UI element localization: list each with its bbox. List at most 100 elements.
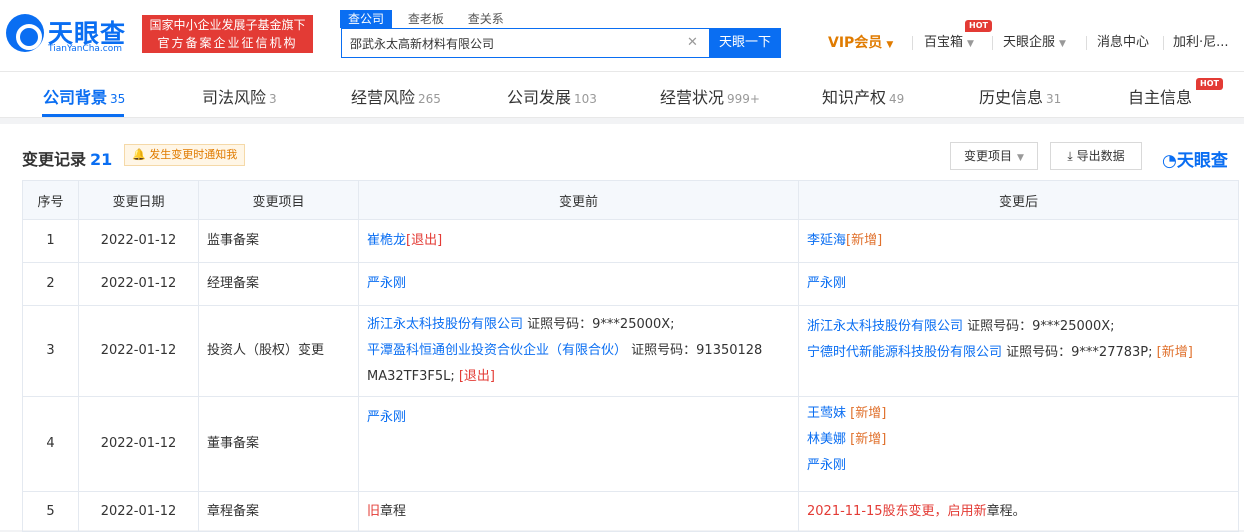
- divider: [992, 36, 993, 50]
- row-item: 经理备案: [198, 262, 359, 306]
- chevron-down-icon: ▼: [1017, 153, 1024, 163]
- logo-eye-icon: ◔: [1162, 151, 1177, 171]
- person-link[interactable]: 李延海: [807, 233, 846, 248]
- company-tabs: 公司背景 35 司法风险 3 经营风险 265 公司发展 103 经营状况 999+ 知识…: [0, 72, 1244, 118]
- tab-operating-status[interactable]: 经营状况 999+: [660, 84, 760, 108]
- table-row: 4 2022-01-12 董事备案 严永刚 王莺妹 [新增] 林美娜 [新增] …: [22, 396, 1239, 492]
- search-tab-boss[interactable]: 查老板: [400, 10, 452, 28]
- tianyancha-watermark-logo: ◔天眼查: [1162, 151, 1228, 171]
- top-header: 天眼查 TianYanCha.com 国家中小企业发展子基金旗下 官方备案企业征…: [0, 0, 1244, 72]
- new-tag: [新增]: [846, 233, 883, 248]
- section-title: 变更记录 21: [22, 150, 113, 169]
- export-data-button[interactable]: ⤓ 导出数据: [1050, 142, 1142, 170]
- baibaoxiang-label: 百宝箱: [924, 35, 964, 50]
- row-after: 李延海[新增]: [798, 219, 1239, 263]
- row-item: 章程备案: [198, 491, 359, 532]
- tab-operating-risk[interactable]: 经营风险 265: [351, 84, 441, 108]
- qifu-menu[interactable]: 天眼企服 ▼: [1003, 34, 1066, 52]
- row-before: 浙江永太科技股份有限公司 证照号码：9***25000X; 平潭盈科恒通创业投资…: [358, 305, 799, 397]
- search-input[interactable]: [342, 29, 708, 57]
- col-header-item: 变更项目: [198, 180, 359, 220]
- user-menu[interactable]: 加利·尼...: [1173, 34, 1229, 52]
- table-row: 1 2022-01-12 监事备案 崔桅龙[退出] 李延海[新增]: [22, 219, 1239, 263]
- company-link[interactable]: 浙江永太科技股份有限公司: [807, 319, 963, 334]
- change-item-filter[interactable]: 变更项目 ▼: [950, 142, 1038, 170]
- row-no: 1: [22, 219, 79, 263]
- row-date: 2022-01-12: [78, 305, 199, 397]
- table-row: 5 2022-01-12 章程备案 旧章程 2021-11-15股东变更，启用新…: [22, 491, 1239, 532]
- person-link[interactable]: 严永刚: [367, 276, 406, 291]
- search-type-tabs: 查公司 查老板 查关系: [340, 10, 516, 28]
- row-before: 严永刚: [358, 396, 799, 492]
- chevron-down-icon: ▼: [967, 39, 974, 49]
- row-no: 2: [22, 262, 79, 306]
- charter-text: 章程: [380, 503, 407, 519]
- qifu-label: 天眼企服: [1003, 35, 1056, 50]
- row-before: 崔桅龙[退出]: [358, 219, 799, 263]
- hot-badge: HOT: [965, 20, 992, 32]
- company-link[interactable]: 宁德时代新能源科技股份有限公司: [807, 345, 1002, 360]
- person-link[interactable]: 严永刚: [807, 458, 846, 473]
- person-link[interactable]: 王莺妹: [807, 406, 846, 421]
- search-box: ✕ 天眼一下: [341, 28, 781, 58]
- baibaoxiang-menu[interactable]: 百宝箱 ▼: [924, 34, 974, 52]
- row-date: 2022-01-12: [78, 262, 199, 306]
- logo-subtext: TianYanCha.com: [48, 44, 123, 54]
- license-number: MA32TF3F5L;: [367, 369, 455, 384]
- row-after: 严永刚: [798, 262, 1239, 306]
- search-tab-relation[interactable]: 查关系: [460, 10, 512, 28]
- person-link[interactable]: 严永刚: [807, 276, 846, 291]
- row-item: 投资人（股权）变更: [198, 305, 359, 397]
- row-no: 4: [22, 396, 79, 492]
- divider: [912, 36, 913, 50]
- chevron-down-icon: ▼: [1059, 39, 1066, 49]
- new-tag: [新增]: [850, 406, 887, 421]
- message-center-link[interactable]: 消息中心: [1097, 34, 1149, 52]
- tab-company-development[interactable]: 公司发展 103: [507, 84, 597, 108]
- active-tab-indicator: [42, 114, 124, 117]
- logo-eye-icon: [6, 14, 44, 52]
- change-record-table: 序号 变更日期 变更项目 变更前 变更后 1 2022-01-12 监事备案 崔…: [22, 180, 1239, 532]
- license-number: 证照号码：9***25000X;: [523, 317, 675, 332]
- divider: [1163, 36, 1164, 50]
- row-no: 3: [22, 305, 79, 397]
- col-header-no: 序号: [22, 180, 79, 220]
- search-tab-company[interactable]: 查公司: [340, 10, 393, 28]
- tab-company-background[interactable]: 公司背景 35: [43, 84, 125, 108]
- col-header-before: 变更前: [358, 180, 799, 220]
- notify-change-button[interactable]: 🔔 发生变更时通知我: [124, 144, 246, 166]
- row-after: 浙江永太科技股份有限公司 证照号码：9***25000X; 宁德时代新能源科技股…: [798, 305, 1239, 397]
- row-item: 监事备案: [198, 219, 359, 263]
- table-row: 3 2022-01-12 投资人（股权）变更 浙江永太科技股份有限公司 证照号码…: [22, 305, 1239, 397]
- tab-history[interactable]: 历史信息 31: [979, 84, 1061, 108]
- vip-menu[interactable]: VIP会员 ▼: [828, 34, 893, 52]
- person-link[interactable]: 林美娜: [807, 432, 846, 447]
- hot-badge: HOT: [1196, 78, 1223, 90]
- company-link[interactable]: 平潭盈科恒通创业投资合伙企业（有限合伙）: [367, 343, 627, 358]
- person-link[interactable]: 严永刚: [367, 410, 406, 425]
- company-link[interactable]: 浙江永太科技股份有限公司: [367, 317, 523, 332]
- clear-icon[interactable]: ✕: [687, 36, 698, 50]
- vip-label: VIP会员: [828, 35, 883, 51]
- col-header-after: 变更后: [798, 180, 1239, 220]
- table-row: 2 2022-01-12 经理备案 严永刚 严永刚: [22, 262, 1239, 306]
- search-button[interactable]: 天眼一下: [709, 28, 781, 58]
- tianyancha-logo[interactable]: 天眼查 TianYanCha.com: [6, 12, 134, 56]
- badge-line-2: 官方备案企业征信机构: [157, 36, 298, 50]
- tab-legal-risk[interactable]: 司法风险 3: [202, 84, 277, 108]
- row-after: 2021-11-15股东变更，启用新章程。: [798, 491, 1239, 532]
- license-number: 证照号码：91350128: [627, 343, 763, 358]
- person-link[interactable]: 崔桅龙: [367, 233, 406, 248]
- license-number: 证照号码：9***25000X;: [963, 319, 1115, 334]
- row-date: 2022-01-12: [78, 491, 199, 532]
- license-number: 证照号码：9***27783P;: [1002, 345, 1153, 360]
- tab-intellectual-property[interactable]: 知识产权 49: [822, 84, 904, 108]
- table-header-row: 序号 变更日期 变更项目 变更前 变更后: [22, 180, 1239, 220]
- tab-self-info[interactable]: 自主信息: [1128, 84, 1192, 108]
- highlight-text: 2021-11-15股东变更，启用: [807, 503, 974, 519]
- row-before: 严永刚: [358, 262, 799, 306]
- highlight-text: 新: [973, 503, 987, 519]
- row-date: 2022-01-12: [78, 396, 199, 492]
- row-after: 王莺妹 [新增] 林美娜 [新增] 严永刚: [798, 396, 1239, 492]
- record-count: 21: [90, 150, 113, 169]
